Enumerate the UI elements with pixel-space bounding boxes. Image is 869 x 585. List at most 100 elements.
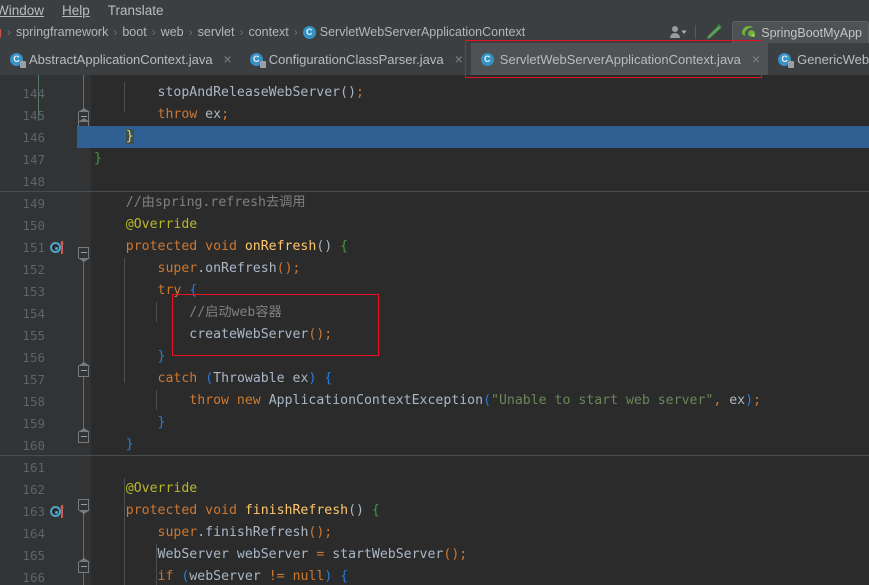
code-line[interactable]	[91, 170, 869, 192]
editor-tab-abstractapplicationcontext[interactable]: C AbstractApplicationContext.java ×	[0, 43, 240, 75]
breadcrumb-item-boot[interactable]: boot	[122, 25, 146, 39]
code-line-selected[interactable]: }	[77, 126, 869, 148]
breadcrumb-item-context[interactable]: context	[248, 25, 288, 39]
run-configuration-selector[interactable]: SpringBootMyApp	[732, 21, 869, 43]
editor-tab-servletwebserverapplicationcontext[interactable]: C ServletWebServerApplicationContext.jav…	[471, 43, 768, 75]
gutter-row[interactable]: 157	[0, 368, 77, 390]
gutter-row[interactable]: 148	[0, 170, 77, 192]
code-token: {	[372, 503, 380, 518]
code-token	[94, 349, 158, 364]
indent-guide	[156, 302, 157, 322]
gutter-row[interactable]: 161	[0, 456, 77, 478]
line-number: 149	[0, 196, 45, 211]
gutter-row[interactable]: 166	[0, 566, 77, 585]
line-number: 154	[0, 306, 45, 321]
code-line[interactable]: WebServer webServer = startWebServer();	[91, 544, 869, 566]
gutter-row[interactable]: 160	[0, 434, 77, 456]
breadcrumb-item-web[interactable]: web	[161, 25, 184, 39]
editor-tab-bar: C AbstractApplicationContext.java × C Co…	[0, 43, 869, 75]
editor-gutter[interactable]: 1441451461471481491501511521531541551561…	[0, 75, 77, 585]
code-line[interactable]: super.onRefresh();	[91, 258, 869, 280]
gutter-row[interactable]: 165	[0, 544, 77, 566]
fold-toggle-icon[interactable]	[78, 247, 89, 258]
code-editor[interactable]: 1441451461471481491501511521531541551561…	[0, 75, 869, 585]
code-line[interactable]: }	[91, 434, 869, 456]
code-line[interactable]: createWebServer();	[91, 324, 869, 346]
gutter-row[interactable]: 154	[0, 302, 77, 324]
fold-toggle-icon[interactable]	[78, 499, 89, 510]
breadcrumb-item-class[interactable]: C ServletWebServerApplicationContext	[303, 25, 525, 39]
code-token: {	[340, 569, 348, 584]
gutter-row[interactable]: 155	[0, 324, 77, 346]
gutter-row[interactable]: 150	[0, 214, 77, 236]
code-line[interactable]: @Override	[91, 214, 869, 236]
override-method-icon[interactable]	[50, 505, 63, 518]
gutter-row[interactable]: 164	[0, 522, 77, 544]
fold-toggle-icon[interactable]	[78, 562, 89, 573]
close-icon[interactable]: ×	[455, 52, 463, 66]
code-line[interactable]: protected void onRefresh() {	[91, 236, 869, 258]
close-icon[interactable]: ×	[224, 52, 232, 66]
editor-tab-genericwebapplicationcontext[interactable]: C GenericWebApplicationContext.java	[768, 43, 869, 75]
gutter-row[interactable]: 163	[0, 500, 77, 522]
gutter-row[interactable]: 149	[0, 192, 77, 214]
gutter-row[interactable]: 151	[0, 236, 77, 258]
close-icon[interactable]: ×	[752, 52, 760, 66]
code-token	[94, 371, 158, 386]
gutter-row[interactable]: 158	[0, 390, 77, 412]
fold-toggle-icon[interactable]	[78, 366, 89, 377]
class-icon: C	[303, 26, 316, 39]
breadcrumb-item-class-label: ServletWebServerApplicationContext	[320, 25, 525, 39]
code-line[interactable]: stopAndReleaseWebServer();	[91, 82, 869, 104]
code-line[interactable]: @Override	[91, 478, 869, 500]
code-token: (	[483, 393, 491, 408]
code-token	[94, 503, 126, 518]
gutter-row[interactable]: 146	[0, 126, 77, 148]
code-line[interactable]: //由spring.refresh去调用	[91, 192, 869, 214]
editor-tab-configurationclassparser[interactable]: C ConfigurationClassParser.java ×	[240, 43, 471, 75]
code-line[interactable]: try {	[91, 280, 869, 302]
menu-item-help-label: Help	[62, 3, 90, 18]
code-line[interactable]: if (webServer != null) {	[91, 566, 869, 585]
gutter-row[interactable]: 156	[0, 346, 77, 368]
editor-tab-label: ConfigurationClassParser.java	[269, 52, 444, 67]
code-line[interactable]: super.finishRefresh();	[91, 522, 869, 544]
gutter-row[interactable]: 162	[0, 478, 77, 500]
code-line[interactable]: //启动web容器	[91, 302, 869, 324]
code-line[interactable]: catch (Throwable ex) {	[91, 368, 869, 390]
code-token: //启动web容器	[94, 305, 282, 320]
code-token: @Override	[94, 481, 197, 496]
code-line[interactable]	[91, 456, 869, 478]
code-token: WebServer webServer	[94, 547, 316, 562]
indent-guide	[156, 390, 157, 410]
gutter-row[interactable]: 153	[0, 280, 77, 302]
menu-item-translate[interactable]: Translate	[99, 0, 173, 21]
code-token: //由spring.refresh去调用	[94, 195, 306, 210]
gutter-row[interactable]: 159	[0, 412, 77, 434]
code-content[interactable]: stopAndReleaseWebServer(); throw ex; }} …	[91, 75, 869, 585]
code-line[interactable]: }	[91, 346, 869, 368]
code-line[interactable]: }	[91, 148, 869, 170]
gutter-row[interactable]: 152	[0, 258, 77, 280]
code-token: )	[285, 261, 293, 276]
gutter-row[interactable]: 147	[0, 148, 77, 170]
line-number: 148	[0, 174, 45, 189]
override-method-icon[interactable]	[50, 241, 63, 254]
code-line[interactable]: }	[91, 412, 869, 434]
code-token	[94, 437, 126, 452]
build-hammer-icon[interactable]	[700, 22, 726, 42]
breadcrumb-item-springframework[interactable]: springframework	[16, 25, 108, 39]
code-line[interactable]: throw ex;	[91, 104, 869, 126]
code-token: }	[126, 129, 134, 144]
breadcrumb-item-servlet[interactable]: servlet	[198, 25, 235, 39]
code-token: stopAndReleaseWebServer	[94, 85, 340, 100]
menu-item-window[interactable]: Window	[0, 0, 53, 21]
user-account-icon[interactable]	[665, 22, 691, 42]
code-token	[285, 569, 293, 584]
code-token: {	[324, 371, 332, 386]
code-line[interactable]: protected void finishRefresh() {	[91, 500, 869, 522]
fold-toggle-icon[interactable]	[78, 432, 89, 443]
code-line[interactable]: throw new ApplicationContextException("U…	[91, 390, 869, 412]
code-folding-column[interactable]	[77, 75, 91, 585]
menu-item-help[interactable]: Help	[53, 0, 99, 21]
